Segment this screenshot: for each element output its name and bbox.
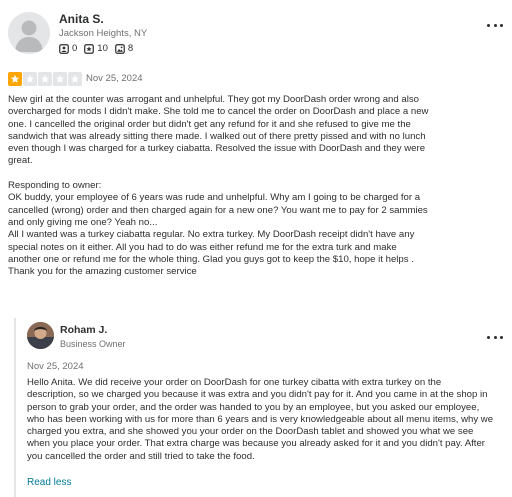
- dot: [493, 335, 497, 339]
- owner-photo: [27, 322, 54, 349]
- owner-avatar[interactable]: [27, 322, 54, 349]
- default-user-icon: [8, 12, 50, 54]
- friends-count: 0: [72, 43, 78, 54]
- read-less-link[interactable]: Read less: [27, 477, 71, 488]
- reviewer-location: Jackson Heights, NY: [59, 28, 148, 39]
- review-card: Anita S. Jackson Heights, NY 0 10 8 Nov …: [0, 0, 512, 497]
- more-options-icon: [487, 23, 490, 27]
- owner-role: Business Owner: [60, 339, 126, 349]
- more-options-icon: [487, 335, 490, 339]
- photos-stat: 8: [115, 43, 133, 54]
- rating-star: [8, 72, 22, 86]
- reviews-stat: 10: [84, 43, 108, 54]
- review-body: New girl at the counter was arrogant and…: [8, 94, 429, 278]
- reviewer-stats: 0 10 8: [59, 43, 133, 54]
- rating-star: [38, 72, 52, 86]
- reply-divider: [14, 318, 16, 497]
- reviewer-name[interactable]: Anita S.: [59, 12, 104, 26]
- friends-icon: [59, 43, 69, 54]
- photos-count: 8: [127, 43, 134, 54]
- dot: [500, 23, 503, 27]
- owner-name[interactable]: Roham J.: [60, 324, 107, 336]
- star-rating: [8, 72, 82, 86]
- reviewer-avatar[interactable]: [8, 12, 50, 54]
- review-date: Nov 25, 2024: [86, 73, 143, 84]
- dot: [500, 335, 503, 339]
- reply-date: Nov 25, 2024: [27, 361, 84, 372]
- reply-more-options-button[interactable]: [487, 332, 503, 342]
- dot: [493, 23, 497, 27]
- rating-star: [23, 72, 37, 86]
- photo-icon: [115, 43, 125, 54]
- reply-body: Hello Anita. We did receive your order o…: [27, 377, 494, 462]
- review-more-options-button[interactable]: [487, 20, 503, 30]
- rating-star: [53, 72, 67, 86]
- review-star-icon: [84, 43, 95, 54]
- friends-stat: 0: [59, 43, 77, 54]
- reviews-count: 10: [97, 43, 108, 54]
- rating-star: [68, 72, 82, 86]
